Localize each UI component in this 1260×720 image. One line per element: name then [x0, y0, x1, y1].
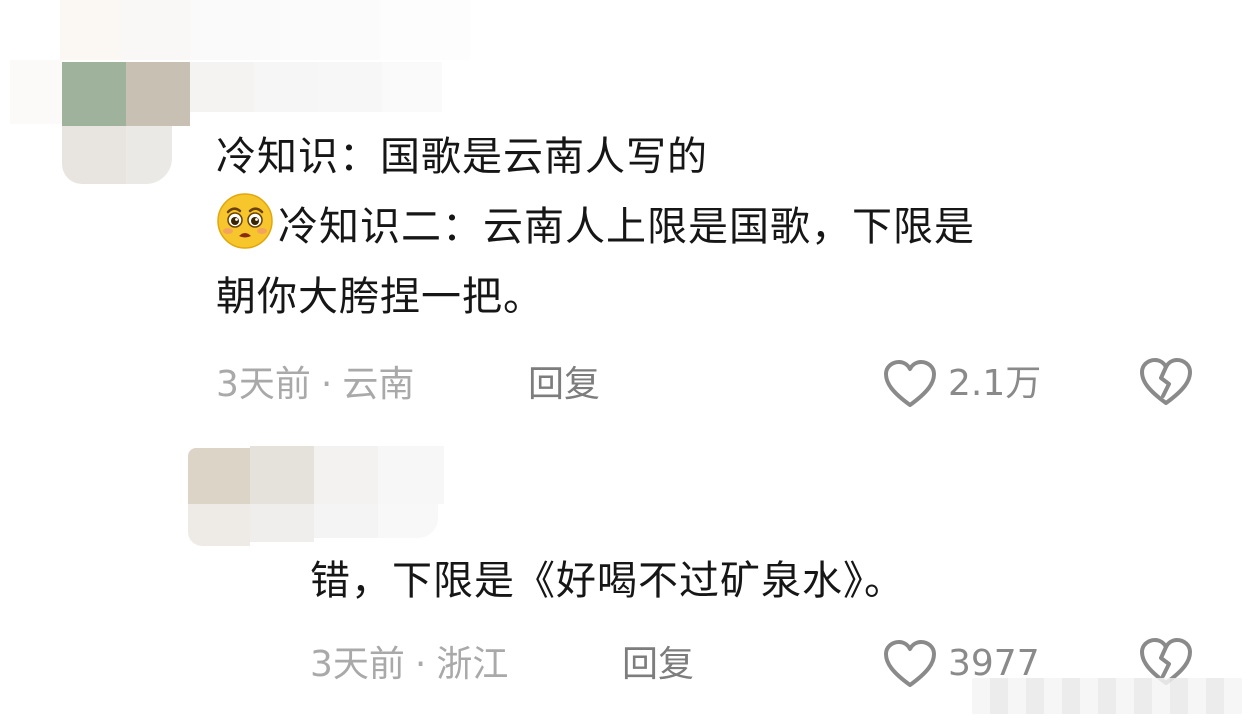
comment-1-line-2: 冷知识二：云南人上限是国歌，下限是 — [216, 192, 975, 262]
comment-1-like-count: 2.1万 — [948, 363, 1042, 404]
comment-2-reply-button[interactable]: 回复 — [622, 640, 694, 690]
heart-icon — [882, 638, 938, 690]
separator-dot: · — [414, 644, 427, 685]
comment-1-reply-button[interactable]: 回复 — [528, 360, 600, 410]
heart-icon — [882, 358, 938, 410]
comment-1-line-3: 朝你大胯捏一把。 — [216, 274, 544, 320]
comment-2-location: 浙江 — [436, 644, 509, 685]
watermark-overlay — [972, 678, 1242, 714]
comment-1-like-button[interactable]: 2.1万 — [882, 358, 1041, 410]
pleading-face-emoji-icon — [216, 192, 274, 250]
comment-1-meta: 3天前 · 云南 — [216, 360, 414, 410]
comment-1-time: 3天前 — [216, 364, 311, 405]
comment-1-line-1: 冷知识：国歌是云南人写的 — [216, 134, 708, 180]
comment-1-dislike-button[interactable] — [1138, 356, 1194, 412]
comment-1-location: 云南 — [342, 364, 415, 405]
blurred-avatar-name-2 — [0, 440, 460, 550]
broken-heart-icon — [1138, 358, 1194, 412]
separator-dot: · — [320, 364, 333, 405]
comment-2-meta: 3天前 · 浙江 — [310, 640, 508, 690]
comment-1-line-2-text: 冷知识二：云南人上限是国歌，下限是 — [278, 204, 975, 250]
comment-2-time: 3天前 — [310, 644, 405, 685]
comment-2-text: 错，下限是《好喝不过矿泉水》。 — [310, 558, 905, 604]
